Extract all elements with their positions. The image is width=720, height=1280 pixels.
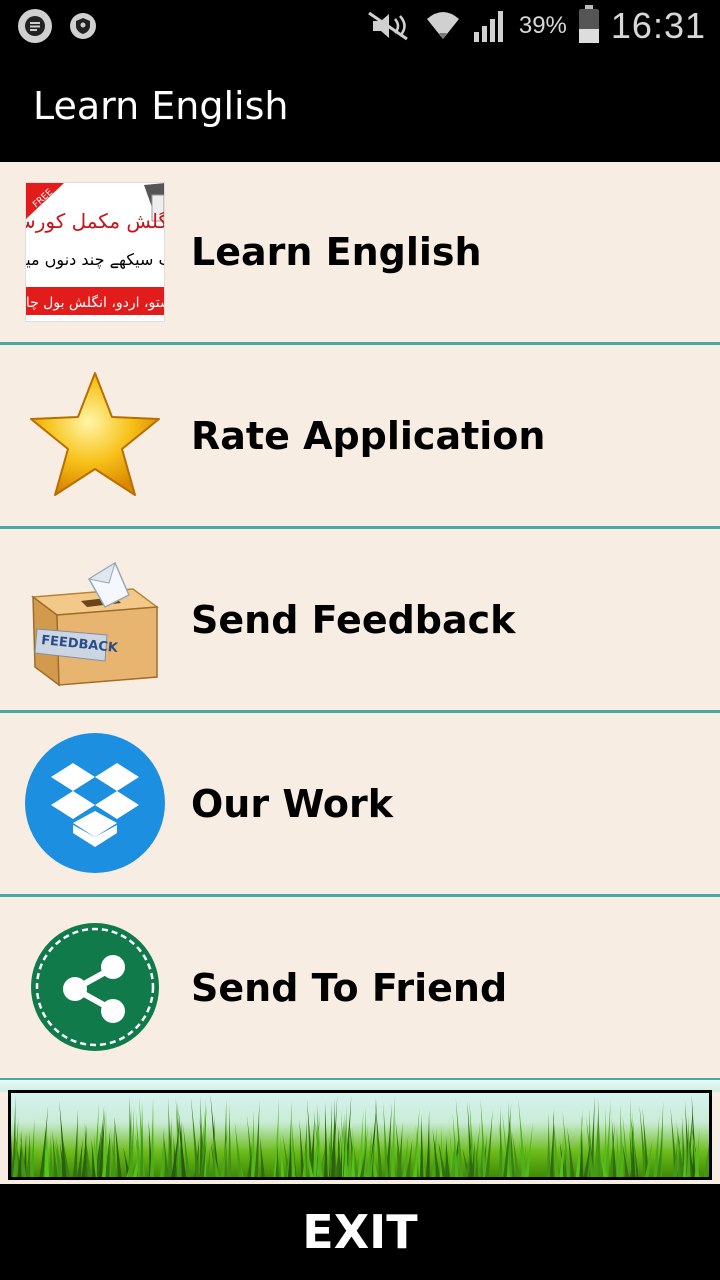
svg-text:پشتو، اردو، انگلش بول چال: پشتو، اردو، انگلش بول چال: [26, 294, 165, 311]
grass-blade: [77, 1137, 83, 1177]
feedback-box-icon: FEEDBACK: [25, 549, 165, 689]
clock: 16:31: [610, 5, 706, 46]
exit-label: EXIT: [302, 1205, 418, 1259]
shield-notification-icon: [70, 13, 96, 39]
svg-text:اب سیکھے چند دنوں میں: اب سیکھے چند دنوں میں: [26, 250, 165, 270]
grass-blade: [703, 1143, 709, 1177]
menu-item-label: Send To Friend: [191, 965, 508, 1010]
page-title: Learn English: [33, 84, 289, 128]
grass-blade: [280, 1135, 285, 1177]
menu-item-rate-application[interactable]: Rate Application: [0, 345, 720, 529]
share-icon: [25, 917, 165, 1057]
mute-icon: [368, 11, 408, 41]
menu-item-label: Learn English: [191, 230, 482, 274]
menu-item-send-to-friend[interactable]: Send To Friend: [0, 897, 720, 1081]
menu-item-label: Our Work: [191, 781, 394, 826]
grass-blade: [111, 1117, 116, 1177]
grass-blade: [425, 1110, 430, 1177]
battery-percent: 39%: [518, 12, 567, 39]
grass-blade: [438, 1141, 447, 1177]
menu-item-our-work[interactable]: Our Work: [0, 713, 720, 897]
exit-button[interactable]: EXIT: [0, 1184, 720, 1280]
action-bar: Learn English: [0, 52, 720, 162]
grass-blade: [383, 1102, 389, 1177]
grass-blade: [559, 1133, 564, 1177]
grass-blade: [26, 1130, 31, 1177]
grass-blade: [498, 1106, 503, 1177]
signal-icon: [473, 11, 503, 42]
grass-blade: [619, 1103, 624, 1177]
grass-blade: [374, 1097, 383, 1177]
menu-item-label: Rate Application: [191, 413, 546, 458]
menu-item-learn-english[interactable]: FREE انگلش مکمل کورس اب سیکھے چند دنوں م…: [0, 162, 720, 345]
grass-blade: [234, 1120, 243, 1177]
grass-blade: [324, 1101, 328, 1177]
svg-text:انگلش مکمل کورس: انگلش مکمل کورس: [26, 209, 165, 233]
grass-blade: [616, 1126, 621, 1177]
system-icons: 39% 16:31: [367, 4, 706, 48]
grass-blade: [48, 1134, 53, 1177]
grass-blade: [546, 1112, 551, 1177]
grass-blade: [190, 1096, 200, 1177]
grass-blade: [390, 1094, 395, 1177]
grass-blade: [291, 1119, 296, 1177]
battery-icon: [578, 5, 599, 43]
grass-blade: [168, 1097, 173, 1177]
menu-item-send-feedback[interactable]: FEEDBACK Send Feedback: [0, 529, 720, 713]
grass-blade: [259, 1135, 265, 1177]
grass-blade: [72, 1108, 79, 1177]
notification-icons: [18, 9, 96, 43]
grass-blade: [518, 1097, 527, 1177]
dropbox-icon: [25, 733, 165, 873]
menu-item-label: Send Feedback: [191, 597, 516, 642]
grass-blade: [444, 1135, 449, 1177]
grass-blade: [162, 1129, 169, 1177]
star-icon: [25, 365, 165, 505]
status-bar: 39% 16:31: [0, 0, 720, 52]
wifi-icon: [426, 12, 459, 39]
urdu-course-banner-icon: FREE انگلش مکمل کورس اب سیکھے چند دنوں م…: [25, 182, 165, 322]
grass-banner-image: [8, 1090, 712, 1180]
grass-blade: [227, 1104, 232, 1177]
main-menu: FREE انگلش مکمل کورس اب سیکھے چند دنوں م…: [0, 162, 720, 1081]
grass-blade: [419, 1112, 424, 1177]
chat-notification-icon: [18, 9, 52, 43]
